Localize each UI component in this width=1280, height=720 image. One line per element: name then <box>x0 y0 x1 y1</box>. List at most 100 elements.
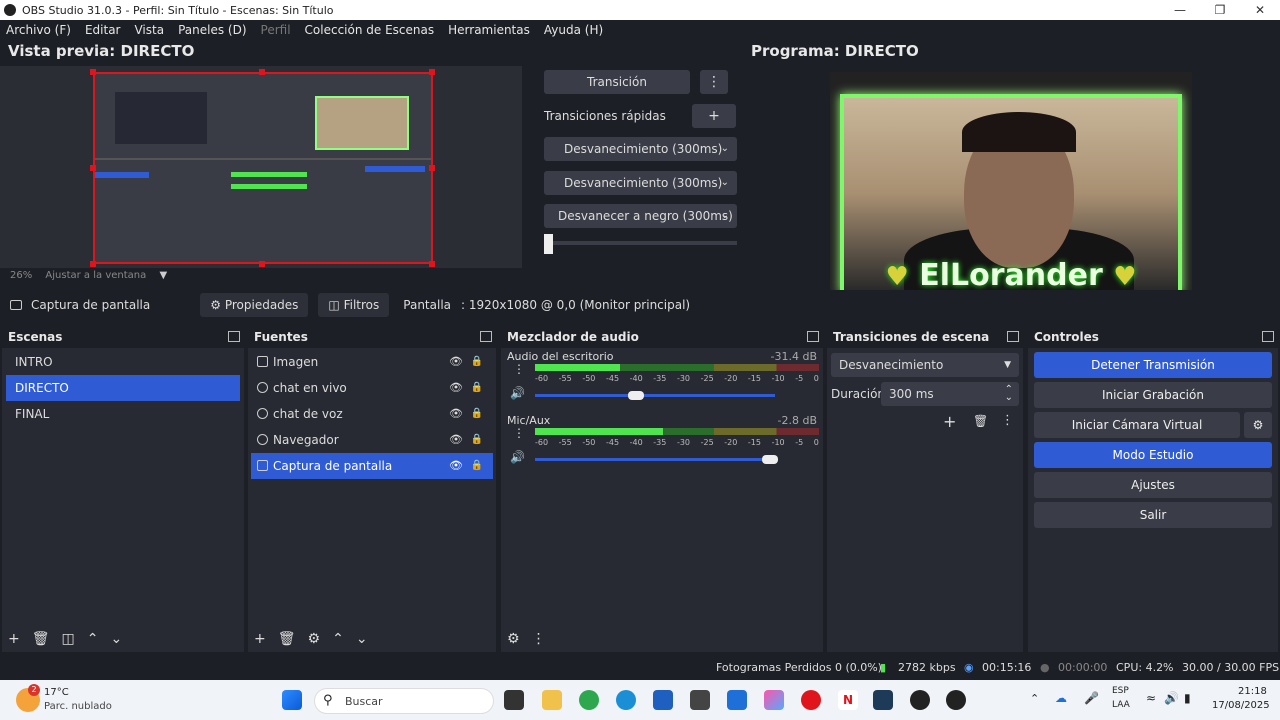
chevron-down-icon[interactable]: ⌄ <box>110 631 122 647</box>
microphone-icon[interactable]: 🎤 <box>1084 691 1099 705</box>
speaker-icon[interactable]: 🔊 <box>510 450 525 464</box>
tbar-slider[interactable] <box>544 241 737 245</box>
eye-icon[interactable]: 👁 <box>449 349 463 375</box>
add-icon[interactable]: + <box>8 631 20 647</box>
menu-vista[interactable]: Vista <box>134 23 164 37</box>
trash-icon[interactable]: 🗑 <box>278 631 296 647</box>
source-item[interactable]: chat en vivo 👁 🔒 <box>251 375 493 401</box>
lock-icon[interactable]: 🔒 <box>471 453 483 479</box>
source-item[interactable]: Imagen 👁 🔒 <box>251 349 493 375</box>
exit-button[interactable]: Salir <box>1034 502 1272 528</box>
resize-handle[interactable] <box>429 165 435 171</box>
clock-time[interactable]: 21:18 <box>1238 686 1267 697</box>
close-icon[interactable]: ✕ <box>1240 0 1280 20</box>
filters-button[interactable]: ◫ Filtros <box>318 293 390 317</box>
chrome-icon[interactable] <box>579 690 599 710</box>
source-item[interactable]: Navegador 👁 🔒 <box>251 427 493 453</box>
scene-item[interactable]: FINAL <box>6 401 240 427</box>
transition-button[interactable]: Transición <box>544 70 690 94</box>
start-virtual-camera-button[interactable]: Iniciar Cámara Virtual <box>1034 412 1240 438</box>
wifi-icon[interactable]: ≈ <box>1146 691 1156 705</box>
studio-mode-button[interactable]: Modo Estudio <box>1034 442 1272 468</box>
volume-knob[interactable] <box>762 455 779 464</box>
keyboard-layout[interactable]: LAA <box>1112 700 1130 710</box>
copilot-icon[interactable] <box>764 690 784 710</box>
duration-spinbox[interactable]: 300 ms ⌃ ⌄ <box>881 382 1019 406</box>
gear-icon[interactable]: ⚙ <box>507 631 520 647</box>
preview-screen-capture[interactable] <box>93 72 433 264</box>
app-icon[interactable] <box>873 690 893 710</box>
chevron-down-icon[interactable]: ⌄ <box>1005 386 1013 410</box>
resize-handle[interactable] <box>90 261 96 267</box>
quick-transition-2[interactable]: Desvanecimiento (300ms) ⌄ <box>544 171 737 195</box>
resize-handle[interactable] <box>90 165 96 171</box>
chevron-up-icon[interactable]: ⌃ <box>332 631 344 647</box>
more-icon[interactable]: ⋮ <box>513 362 525 376</box>
add-quick-transition-button[interactable]: + <box>692 104 736 128</box>
more-icon[interactable]: ⋮ <box>513 426 525 440</box>
lock-icon[interactable]: 🔒 <box>471 427 483 453</box>
task-view-icon[interactable] <box>504 690 524 710</box>
clock-date[interactable]: 17/08/2025 <box>1212 700 1270 711</box>
lock-icon[interactable]: 🔒 <box>471 375 483 401</box>
file-explorer-icon[interactable] <box>542 690 562 710</box>
float-dock-icon[interactable] <box>480 331 492 342</box>
eye-icon[interactable]: 👁 <box>449 375 463 401</box>
add-icon[interactable]: + <box>943 412 956 431</box>
add-icon[interactable]: + <box>254 631 266 647</box>
quick-transition-3[interactable]: Desvanecer a negro (300ms) ⌄ <box>544 204 737 228</box>
eye-icon[interactable]: 👁 <box>449 453 463 479</box>
float-dock-icon[interactable] <box>807 331 819 342</box>
volume-knob[interactable] <box>627 391 644 400</box>
menu-coleccion[interactable]: Colección de Escenas <box>305 23 435 37</box>
maximize-icon[interactable]: ❐ <box>1200 0 1240 20</box>
taskbar-search[interactable]: ⚲ Buscar <box>314 688 494 714</box>
speaker-icon[interactable]: 🔊 <box>510 386 525 400</box>
windows-start-icon[interactable] <box>282 690 302 710</box>
chevron-down-icon[interactable]: ⌄ <box>356 631 368 647</box>
stop-streaming-button[interactable]: Detener Transmisión <box>1034 352 1272 378</box>
float-dock-icon[interactable] <box>1007 331 1019 342</box>
language-indicator[interactable]: ESP <box>1112 686 1129 696</box>
float-dock-icon[interactable] <box>1262 331 1274 342</box>
obs-icon[interactable] <box>910 690 930 710</box>
resize-handle[interactable] <box>90 69 96 75</box>
trash-icon[interactable]: 🗑 <box>973 414 988 428</box>
display-select[interactable]: : 1920x1080 @ 0,0 (Monitor principal) <box>461 298 690 312</box>
tbar-handle[interactable] <box>544 234 553 254</box>
store-icon[interactable] <box>653 690 673 710</box>
minimize-icon[interactable]: — <box>1160 0 1200 20</box>
resize-handle[interactable] <box>259 261 265 267</box>
menu-paneles[interactable]: Paneles (D) <box>178 23 246 37</box>
eye-icon[interactable]: 👁 <box>449 401 463 427</box>
edge-icon[interactable] <box>616 690 636 710</box>
netflix-icon[interactable]: N <box>838 690 858 710</box>
gear-icon[interactable]: ⚙ <box>1244 412 1272 438</box>
app-icon[interactable] <box>690 690 710 710</box>
menu-archivo[interactable]: Archivo (F) <box>6 23 71 37</box>
eye-icon[interactable]: 👁 <box>449 427 463 453</box>
volume-icon[interactable]: 🔊 <box>1164 691 1179 705</box>
trash-icon[interactable]: 🗑 <box>32 631 50 647</box>
lock-icon[interactable]: 🔒 <box>471 349 483 375</box>
lock-icon[interactable]: 🔒 <box>471 401 483 427</box>
properties-button[interactable]: ⚙ Propiedades <box>200 293 309 317</box>
gear-icon[interactable]: ⚙ <box>308 631 321 647</box>
source-item[interactable]: chat de voz 👁 🔒 <box>251 401 493 427</box>
scene-item-active[interactable]: DIRECTO <box>6 375 240 401</box>
more-icon[interactable]: ⋮ <box>1001 413 1014 428</box>
volume-slider[interactable] <box>535 455 779 464</box>
source-item-active[interactable]: Captura de pantalla 👁 🔒 <box>251 453 493 479</box>
fit-window-select[interactable]: Ajustar a la ventana <box>45 270 146 281</box>
chevron-up-icon[interactable]: ⌃ <box>87 631 99 647</box>
resize-handle[interactable] <box>429 261 435 267</box>
menu-ayuda[interactable]: Ayuda (H) <box>544 23 603 37</box>
float-dock-icon[interactable] <box>228 331 240 342</box>
start-recording-button[interactable]: Iniciar Grabación <box>1034 382 1272 408</box>
filter-icon[interactable]: ◫ <box>62 631 75 647</box>
onedrive-icon[interactable]: ☁ <box>1055 691 1067 705</box>
transition-type-select[interactable]: Desvanecimiento ▼ <box>831 353 1019 377</box>
media-player-icon[interactable] <box>946 690 966 710</box>
quick-transition-1[interactable]: Desvanecimiento (300ms) ⌄ <box>544 137 737 161</box>
settings-button[interactable]: Ajustes <box>1034 472 1272 498</box>
